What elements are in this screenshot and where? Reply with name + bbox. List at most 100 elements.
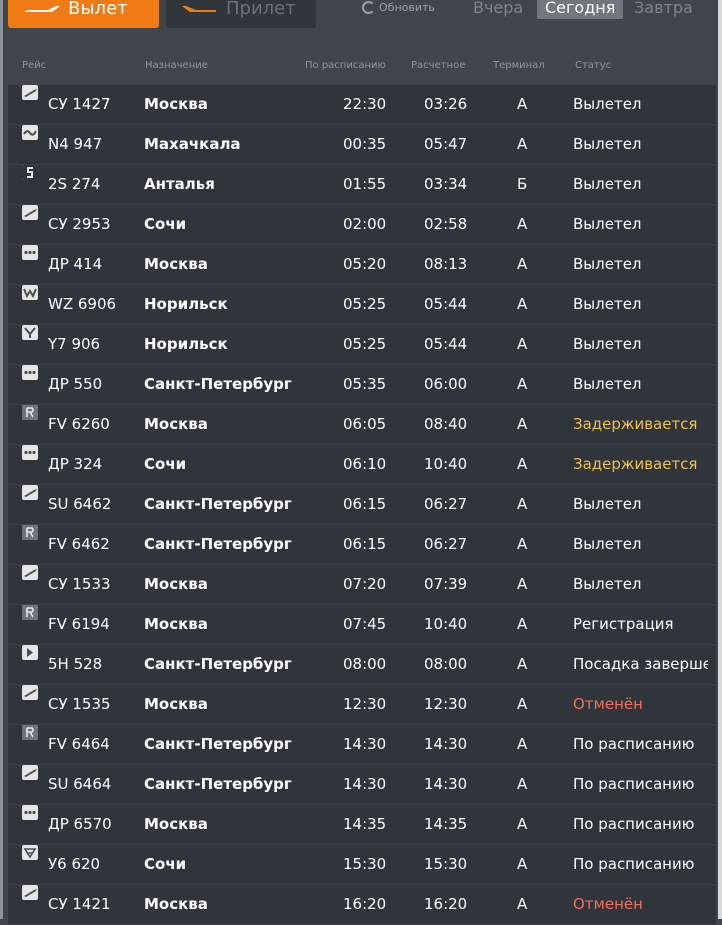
flight-number: СУ 1421 (48, 895, 111, 913)
tab-arrival[interactable]: Прилет (166, 0, 316, 28)
terminal: A (517, 735, 528, 753)
flight-number: FV 6464 (48, 735, 110, 753)
column-header-flight: Рейс (22, 60, 47, 71)
terminal: A (517, 415, 528, 433)
table-row[interactable]: ДР 324 Сочи 06:10 10:40 A Задерживается (8, 445, 716, 484)
estimated-time: 14:30 (424, 735, 468, 753)
destination: Санкт-Петербург (144, 655, 292, 673)
table-row[interactable]: ДР 414 Москва 05:20 08:13 A Вылетел (8, 245, 716, 284)
table-row[interactable]: WZ 6906 Норильск 05:25 05:44 A Вылетел (8, 285, 716, 324)
destination: Норильск (144, 295, 228, 313)
table-row[interactable]: СУ 1533 Москва 07:20 07:39 A Вылетел (8, 565, 716, 604)
column-header-scheduled: По расписанию (305, 60, 386, 71)
destination: Сочи (144, 855, 187, 873)
destination: Санкт-Петербург (144, 775, 292, 793)
flight-number: ДР 550 (48, 375, 103, 393)
estimated-time: 03:34 (424, 175, 468, 193)
table-row[interactable]: FV 6464 Санкт-Петербург 14:30 14:30 A По расп… (8, 725, 716, 764)
scheduled-time: 16:20 (343, 895, 387, 913)
flight-number: 2S 274 (48, 175, 101, 193)
flight-number: У6 620 (48, 855, 101, 873)
scheduled-time: 05:35 (343, 375, 387, 393)
flight-number: СУ 1427 (48, 95, 111, 113)
destination: Москва (144, 255, 208, 273)
tab-departure-label: Вылет (68, 0, 128, 19)
table-row[interactable]: СУ 1535 Москва 12:30 12:30 A Отменён (8, 685, 716, 724)
flight-status: Задерживается (573, 415, 698, 433)
flight-number: СУ 1535 (48, 695, 111, 713)
airline-dots-icon (22, 805, 38, 820)
estimated-time: 08:40 (424, 415, 468, 433)
flight-status: Вылетел (573, 295, 642, 313)
day-today[interactable]: Сегодня (537, 0, 624, 19)
airline-dots-icon (22, 365, 38, 380)
table-row[interactable]: FV 6194 Москва 07:45 10:40 A Регистрация (8, 605, 716, 644)
flight-number: FV 6462 (48, 535, 110, 553)
table-row[interactable]: 5H 528 Санкт-Петербург 08:00 08:00 A Посадка … (8, 645, 716, 684)
table-row[interactable]: 2S 274 Анталья 01:55 03:34 Б Вылетел (8, 165, 716, 204)
estimated-time: 06:27 (424, 495, 468, 513)
plane-departure-icon (24, 6, 60, 12)
flight-number: SU 6464 (48, 775, 112, 793)
terminal: A (517, 815, 528, 833)
estimated-time: 06:00 (424, 375, 468, 393)
airline-wing-icon (22, 765, 38, 780)
airline-wing-icon (22, 565, 38, 580)
flight-status: Регистрация (573, 615, 674, 633)
table-row[interactable]: FV 6260 Москва 06:05 08:40 A Задерживается (8, 405, 716, 444)
airline-wave-icon (22, 125, 38, 140)
estimated-time: 05:44 (424, 295, 468, 313)
airline-r-icon (22, 725, 38, 740)
airline-wing-icon (22, 685, 38, 700)
table-row[interactable]: SU 6462 Санкт-Петербург 06:15 06:27 A Вылетел (8, 485, 716, 524)
airline-r-icon (22, 525, 38, 540)
refresh-button[interactable]: Обновить (362, 0, 435, 14)
table-row[interactable]: СУ 1421 Москва 16:20 16:20 A Отменён (8, 885, 716, 924)
scheduled-time: 00:35 (343, 135, 387, 153)
scheduled-time: 06:05 (343, 415, 387, 433)
terminal: A (517, 615, 528, 633)
table-row[interactable]: ДР 6570 Москва 14:35 14:35 A По расписанию (8, 805, 716, 844)
terminal: A (517, 695, 528, 713)
terminal: A (517, 295, 528, 313)
estimated-time: 12:30 (424, 695, 468, 713)
day-yesterday[interactable]: Вчера (473, 0, 523, 19)
tab-departure[interactable]: Вылет (8, 0, 159, 28)
airline-r-icon (22, 605, 38, 620)
flight-number: Y7 906 (48, 335, 101, 353)
airline-5h-icon (22, 645, 38, 660)
table-row[interactable]: FV 6462 Санкт-Петербург 06:15 06:27 A Вылетел (8, 525, 716, 564)
refresh-icon (362, 0, 375, 14)
destination: Махачкала (144, 135, 241, 153)
table-row[interactable]: СУ 1427 Москва 22:30 03:26 A Вылетел (8, 85, 716, 124)
estimated-time: 08:13 (424, 255, 468, 273)
table-row[interactable]: Y7 906 Норильск 05:25 05:44 A Вылетел (8, 325, 716, 364)
flight-status: По расписанию (573, 855, 695, 873)
flight-status: Вылетел (573, 575, 642, 593)
airline-wing-icon (22, 485, 38, 500)
scheduled-time: 06:15 (343, 535, 387, 553)
plane-arrival-icon (182, 6, 216, 12)
terminal: A (517, 215, 528, 233)
table-row[interactable]: N4 947 Махачкала 00:35 05:47 A Вылетел (8, 125, 716, 164)
destination: Сочи (144, 455, 187, 473)
terminal: A (517, 895, 528, 913)
table-row[interactable]: ДР 550 Санкт-Петербург 05:35 06:00 A Вылетел (8, 365, 716, 404)
terminal: A (517, 535, 528, 553)
destination: Норильск (144, 335, 228, 353)
flight-number: FV 6194 (48, 615, 110, 633)
scheduled-time: 08:00 (343, 655, 387, 673)
destination: Москва (144, 415, 208, 433)
scheduled-time: 06:15 (343, 495, 387, 513)
flight-status: Отменён (573, 895, 643, 913)
estimated-time: 05:47 (424, 135, 468, 153)
estimated-time: 06:27 (424, 535, 468, 553)
scheduled-time: 07:45 (343, 615, 387, 633)
table-row[interactable]: SU 6464 Санкт-Петербург 14:30 14:30 A По расп… (8, 765, 716, 804)
table-row[interactable]: СУ 2953 Сочи 02:00 02:58 A Вылетел (8, 205, 716, 244)
day-tomorrow[interactable]: Завтра (634, 0, 693, 19)
airline-wz-icon (22, 285, 38, 300)
flight-status: Вылетел (573, 95, 642, 113)
flight-status: Задерживается (573, 455, 698, 473)
table-row[interactable]: У6 620 Сочи 15:30 15:30 A По расписанию (8, 845, 716, 884)
